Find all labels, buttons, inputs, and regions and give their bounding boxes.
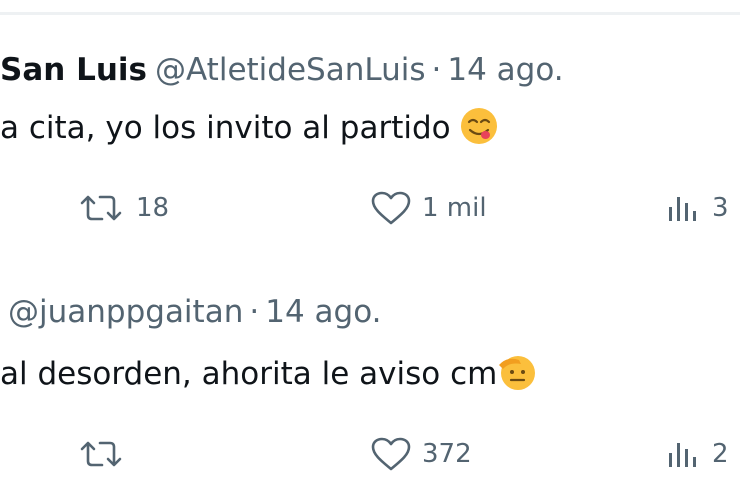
views-button[interactable]: 2 [666,432,729,476]
views-icon [666,193,702,223]
views-button[interactable]: 3 [666,186,729,230]
tweet-actions: 18 1 mil 3 [0,186,740,230]
tweet-header: @juanppgaitan · 14 ago. [0,292,381,332]
top-divider [0,12,740,15]
display-name[interactable]: San Luis [0,52,147,88]
like-button[interactable]: 372 [370,432,472,476]
retweet-button[interactable]: 18 [76,186,169,230]
tweet-text-content: al desorden, ahorita le aviso cm [0,356,498,392]
tweet-text-content: a cita, yo los invito al partido [0,110,451,146]
tweet[interactable]: San Luis @AtletideSanLuis · 14 ago. a cita,… [0,40,740,280]
face-savoring-food-icon [459,106,499,146]
saluting-face-icon [497,352,537,392]
retweet-count: 18 [136,193,170,223]
tweet-actions: 372 2 [0,432,740,476]
like-count: 372 [422,439,472,469]
tweet-text: al desorden, ahorita le aviso cm [0,352,537,395]
tweet-text: a cita, yo los invito al partido [0,106,499,149]
user-handle[interactable]: @juanppgaitan [8,294,243,330]
tweet[interactable]: @juanppgaitan · 14 ago. al desorden, ahori… [0,290,740,499]
heart-icon [370,436,412,472]
like-button[interactable]: 1 mil [370,186,487,230]
separator-dot: · [431,52,442,88]
tweet-thread: San Luis @AtletideSanLuis · 14 ago. a cita,… [0,0,740,499]
views-icon [666,439,702,469]
retweet-icon [76,193,126,223]
separator-dot: · [249,294,260,330]
like-count: 1 mil [422,193,487,223]
retweet-icon [76,439,126,469]
tweet-header: San Luis @AtletideSanLuis · 14 ago. [0,50,564,90]
heart-icon [370,190,412,226]
views-count: 2 [712,439,729,469]
retweet-button[interactable] [76,432,136,476]
timestamp[interactable]: 14 ago. [265,294,381,330]
timestamp[interactable]: 14 ago. [447,52,563,88]
views-count: 3 [712,193,729,223]
user-handle[interactable]: @AtletideSanLuis [155,52,425,88]
